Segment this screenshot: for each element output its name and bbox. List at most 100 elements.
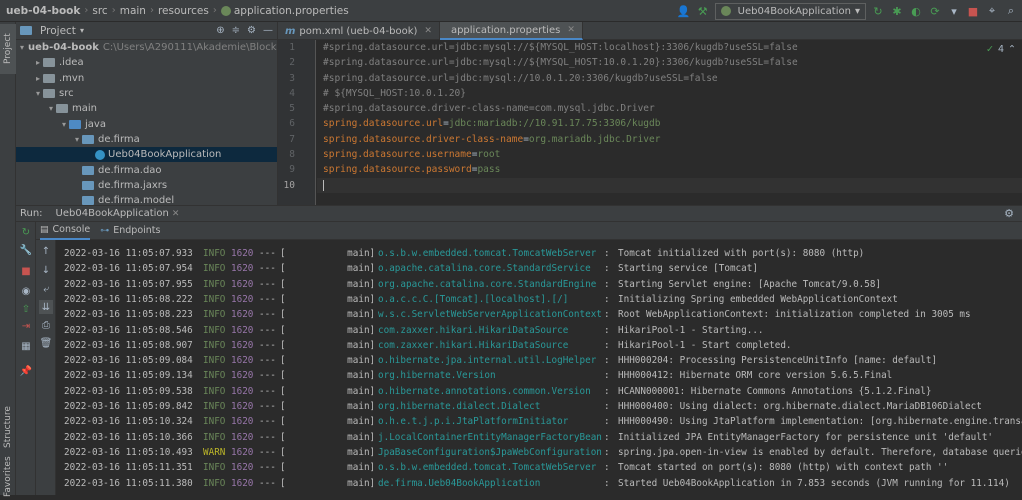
- tool-tab-favorites[interactable]: Favorites: [0, 454, 16, 500]
- log-thr: [ main]: [280, 462, 376, 474]
- code-line[interactable]: # ${MYSQL_HOST:10.0.1.20}: [317, 86, 1022, 101]
- chevron-down-icon[interactable]: ▾: [46, 104, 56, 113]
- log-pid: 1620: [231, 309, 254, 321]
- chevron-down-icon[interactable]: ▾: [80, 26, 84, 35]
- profile-icon[interactable]: ⟳: [928, 4, 942, 18]
- gear-icon[interactable]: ⚙: [1004, 207, 1014, 220]
- coverage-icon[interactable]: ◐: [909, 4, 923, 18]
- layout-icon[interactable]: ▦: [19, 339, 33, 353]
- log-msg: Starting service [Tomcat]: [618, 263, 758, 275]
- collapse-all-icon[interactable]: ≑: [232, 25, 240, 36]
- wrench-icon[interactable]: 🔧: [19, 243, 33, 257]
- tree-item[interactable]: ▾ src: [16, 86, 277, 101]
- run-configuration-select[interactable]: Ueb04BookApplication ▾: [714, 2, 866, 20]
- chevron-right-icon[interactable]: ▸: [33, 58, 43, 67]
- code-line[interactable]: #spring.datasource.url=jdbc:mysql://${MY…: [317, 40, 1022, 55]
- update-icon[interactable]: ⇧: [19, 302, 33, 316]
- trash-icon[interactable]: 🗑: [39, 336, 53, 350]
- stop-icon[interactable]: ■: [966, 4, 980, 18]
- chevron-down-icon[interactable]: ▾: [59, 120, 69, 129]
- tree-item[interactable]: ▸ .idea: [16, 55, 277, 70]
- log-thr: [ main]: [280, 263, 376, 275]
- chevron-down-icon: ▾: [854, 5, 860, 17]
- log-separator: :: [604, 477, 610, 489]
- console-output[interactable]: 2022-03-16 11:05:07.933 INFO 1620 --- [ main…: [56, 240, 1022, 495]
- user-icon[interactable]: 👤: [677, 4, 691, 18]
- breadcrumb-resources[interactable]: resources: [158, 5, 209, 17]
- chevron-down-icon[interactable]: ▾: [20, 43, 24, 52]
- camera-icon[interactable]: ◉: [19, 284, 33, 298]
- code-line[interactable]: spring.datasource.url=jdbc:mariadb://10.…: [317, 116, 1022, 131]
- project-panel-title[interactable]: Project: [40, 25, 76, 37]
- chevron-right-icon[interactable]: ▸: [33, 74, 43, 83]
- soft-wrap-icon[interactable]: ⤶: [39, 282, 53, 296]
- chevron-down-icon[interactable]: ▾: [72, 135, 82, 144]
- log-dash: ---: [259, 385, 276, 397]
- tab-endpoints[interactable]: ⊶ Endpoints: [100, 225, 160, 236]
- arrow-down-icon[interactable]: ↓: [39, 263, 53, 277]
- tool-tab-structure[interactable]: Structure: [0, 402, 16, 452]
- tree-item[interactable]: ▾ ueb-04-book C:\Users\A290111\Akademie\Bl…: [16, 40, 277, 55]
- run-config-tab[interactable]: Ueb04BookApplication ✕: [49, 208, 184, 219]
- tree-item[interactable]: Ueb04BookApplication: [16, 147, 277, 163]
- log-separator: :: [604, 248, 610, 259]
- search-icon[interactable]: ⌕: [1004, 4, 1018, 18]
- tab-console[interactable]: ▤ Console: [40, 222, 91, 240]
- tree-item[interactable]: ▾ java: [16, 116, 277, 131]
- tab-pom-xml[interactable]: m pom.xml (ueb-04-book) ✕: [278, 22, 440, 40]
- tree-item[interactable]: ▸ .mvn: [16, 71, 277, 86]
- code-line[interactable]: [317, 177, 1022, 193]
- code-line[interactable]: spring.datasource.driver-class-name=org.…: [317, 132, 1022, 147]
- breadcrumb-main[interactable]: main: [120, 5, 146, 17]
- scroll-to-end-icon[interactable]: ⇊: [39, 300, 53, 314]
- exit-icon[interactable]: ⇥: [19, 319, 33, 333]
- chevron-down-icon[interactable]: ▾: [33, 89, 43, 98]
- log-lvl: INFO: [203, 324, 226, 336]
- log-pid: 1620: [231, 462, 254, 474]
- tree-item[interactable]: de.firma.jaxrs: [16, 178, 277, 193]
- gear-icon[interactable]: ⚙: [247, 25, 256, 36]
- breadcrumb-src[interactable]: src: [92, 5, 107, 17]
- log-ts: 2022-03-16 11:05:08.907: [64, 339, 193, 351]
- log-msg: Started Ueb04BookApplication in 7.853 se…: [618, 477, 1010, 489]
- log-lvl: INFO: [203, 385, 226, 397]
- left-tool-strip: Project Structure Favorites: [0, 22, 16, 497]
- arrow-up-icon[interactable]: ↑: [39, 244, 53, 258]
- inspection-widget[interactable]: ✓ 4 ⌃: [986, 44, 1016, 55]
- more-run-icon[interactable]: ▾: [947, 4, 961, 18]
- code-line[interactable]: spring.datasource.username=root: [317, 147, 1022, 162]
- tool-tab-project[interactable]: Project: [0, 24, 16, 74]
- debug-icon[interactable]: ✱: [890, 4, 904, 18]
- code-line[interactable]: #spring.datasource.url=jdbc:mysql://${MY…: [317, 55, 1022, 70]
- log-line: 2022-03-16 11:05:10.324 INFO 1620 --- [ main…: [56, 414, 1022, 429]
- line-number: 2: [289, 57, 295, 69]
- pin-icon[interactable]: 📌: [19, 364, 33, 378]
- log-pid: 1620: [231, 446, 254, 458]
- breadcrumb-project[interactable]: ueb-04-book: [6, 5, 80, 17]
- code-editor[interactable]: #spring.datasource.url=jdbc:mysql://${MY…: [317, 40, 1022, 205]
- locate-icon[interactable]: ⊕: [216, 25, 224, 36]
- log-dash: ---: [259, 355, 276, 367]
- rerun-icon[interactable]: ↻: [19, 225, 33, 239]
- build-hammer-icon[interactable]: ⚒: [696, 4, 710, 18]
- close-icon[interactable]: ✕: [567, 25, 575, 35]
- breadcrumb-file[interactable]: application.properties: [234, 5, 349, 17]
- log-thr: [ main]: [280, 355, 376, 367]
- code-line[interactable]: #spring.datasource.driver-class-name=com…: [317, 101, 1022, 116]
- code-line[interactable]: spring.datasource.password=pass: [317, 162, 1022, 177]
- tab-application-properties[interactable]: application.properties ✕: [439, 22, 583, 40]
- close-icon[interactable]: ✕: [424, 26, 432, 36]
- tree-item[interactable]: ▾ main: [16, 101, 277, 116]
- log-pid: 1620: [231, 324, 254, 336]
- hide-icon[interactable]: —: [263, 25, 273, 36]
- close-icon[interactable]: ✕: [172, 209, 180, 219]
- code-line[interactable]: #spring.datasource.url=jdbc:mysql://10.0…: [317, 71, 1022, 86]
- log-lvl: INFO: [203, 293, 226, 305]
- tree-item[interactable]: ▾ de.firma: [16, 132, 277, 147]
- stop-icon[interactable]: ■: [19, 264, 33, 278]
- print-icon[interactable]: ⎙: [39, 318, 53, 332]
- tree-item[interactable]: de.firma.dao: [16, 162, 277, 177]
- log-pid: 1620: [231, 401, 254, 412]
- rerun-icon[interactable]: ↻: [871, 4, 885, 18]
- vcs-icon[interactable]: ⌖: [985, 4, 999, 18]
